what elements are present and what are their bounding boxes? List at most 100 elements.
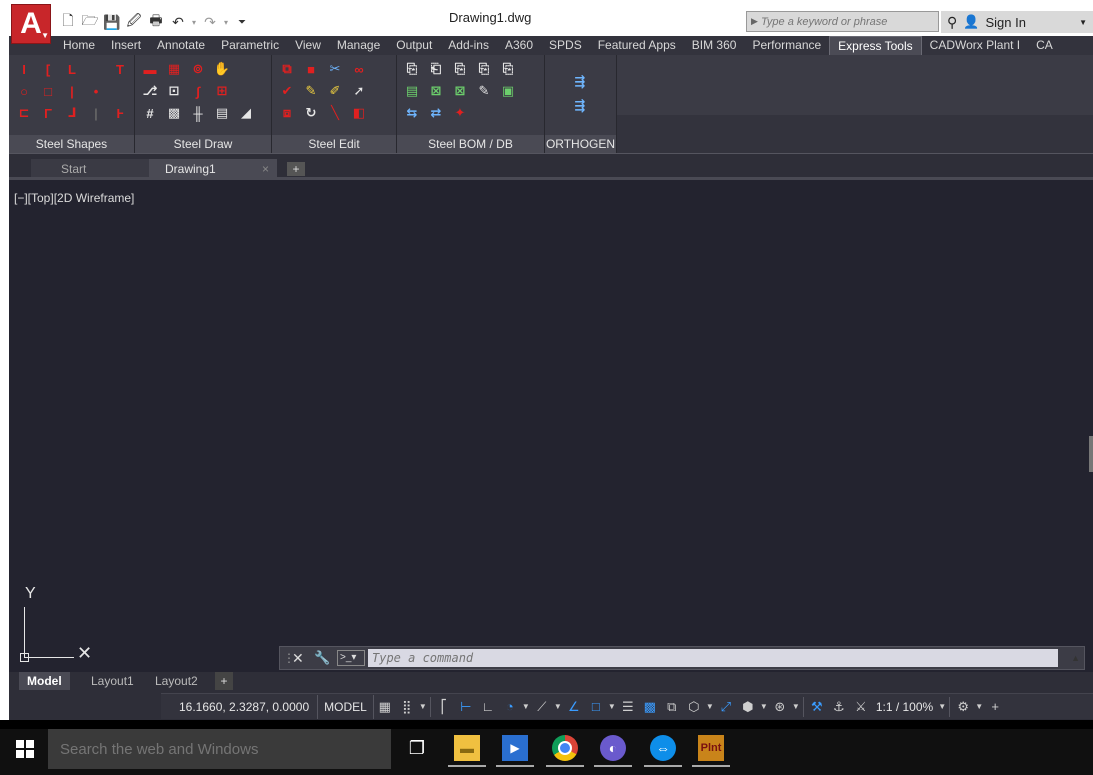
- z-shape-icon[interactable]: Γ: [39, 104, 57, 122]
- tab-manage[interactable]: Manage: [329, 36, 388, 55]
- close-tab-icon[interactable]: ×: [262, 159, 269, 179]
- ortho-icon[interactable]: ∟: [477, 695, 499, 719]
- customize-wrench-icon[interactable]: 🔧: [314, 650, 330, 666]
- 3d-object-snap-icon[interactable]: ⬡: [683, 695, 705, 719]
- undo-dropdown-icon[interactable]: ▾: [189, 12, 199, 32]
- undo-icon[interactable]: ↶: [167, 12, 189, 32]
- tab-performance[interactable]: Performance: [744, 36, 829, 55]
- angle-icon[interactable]: L: [63, 60, 81, 78]
- tab-express-tools[interactable]: Express Tools: [829, 36, 922, 55]
- link-icon[interactable]: ∞: [350, 60, 368, 78]
- dynamic-input-icon[interactable]: ⊢: [455, 695, 477, 719]
- c-shape-icon[interactable]: ⊏: [15, 104, 33, 122]
- pan-hand-icon[interactable]: ✋: [213, 60, 231, 78]
- tab-insert[interactable]: Insert: [103, 36, 149, 55]
- db-link-icon[interactable]: ⇆: [403, 104, 421, 122]
- teamviewer-icon[interactable]: ⇔: [644, 735, 682, 767]
- db-sync-icon[interactable]: ⇄: [427, 104, 445, 122]
- plot-icon[interactable]: 🖶: [145, 12, 167, 32]
- double-tee-icon[interactable]: Ⱶ: [111, 104, 129, 122]
- infer-constraints-icon[interactable]: ⎡: [433, 695, 455, 719]
- object-snap-dropdown-icon[interactable]: ▼: [607, 695, 617, 719]
- sign-in-link[interactable]: Sign In: [985, 15, 1025, 30]
- tab-spds[interactable]: SPDS: [541, 36, 590, 55]
- draw-tool-6-icon[interactable]: ∫: [189, 82, 207, 100]
- i-beam-icon[interactable]: I: [15, 60, 33, 78]
- chrome-browser-icon[interactable]: [546, 735, 584, 767]
- trim-tool-icon[interactable]: ╲: [326, 104, 344, 122]
- save-icon[interactable]: 💾: [101, 12, 123, 32]
- selection-filter-icon[interactable]: ⬢: [737, 695, 759, 719]
- expand-search-icon[interactable]: ▶: [751, 16, 758, 27]
- redo-dropdown-icon[interactable]: ▾: [221, 12, 231, 32]
- selection-cycling-icon[interactable]: ⧉: [661, 695, 683, 719]
- bom-2-icon[interactable]: ⎗: [427, 60, 445, 78]
- edit-tool-2-icon[interactable]: ■: [302, 60, 320, 78]
- rotate-tool-icon[interactable]: ↻: [302, 104, 320, 122]
- draw-tool-2-icon[interactable]: ▦: [165, 60, 183, 78]
- bittorrent-icon[interactable]: ◐: [594, 735, 632, 767]
- viewport-scroll-handle[interactable]: [1089, 436, 1093, 472]
- command-input[interactable]: [368, 649, 1058, 667]
- task-view-icon[interactable]: ❐: [404, 735, 430, 761]
- object-snap-icon[interactable]: □: [585, 695, 607, 719]
- extend-tool-icon[interactable]: ◧: [350, 104, 368, 122]
- lineweight-icon[interactable]: ☰: [617, 695, 639, 719]
- tab-featured-apps[interactable]: Featured Apps: [590, 36, 684, 55]
- close-command-line-icon[interactable]: ✕: [292, 650, 304, 667]
- binoculars-icon[interactable]: ⚲: [947, 14, 957, 31]
- edit-tool-1-icon[interactable]: ⧉: [278, 60, 296, 78]
- tab-a360[interactable]: A360: [497, 36, 541, 55]
- tab-bim-360[interactable]: BIM 360: [684, 36, 745, 55]
- plus-icon[interactable]: +: [984, 695, 1006, 719]
- bom-4-icon[interactable]: ⎘: [475, 60, 493, 78]
- polar-tracking-icon[interactable]: ◔: [499, 695, 521, 719]
- tube-icon[interactable]: □: [39, 82, 57, 100]
- redo-icon[interactable]: ↷: [199, 12, 221, 32]
- zee-icon[interactable]: ⅃: [63, 104, 81, 122]
- snap-dropdown-icon[interactable]: ▼: [418, 695, 428, 719]
- bar-icon[interactable]: •: [87, 82, 105, 100]
- bom-table-icon[interactable]: ▤: [403, 82, 421, 100]
- hatch-icon[interactable]: ▩: [165, 104, 183, 122]
- workspace-gear-icon[interactable]: ⚙: [952, 695, 974, 719]
- taskbar-search-input[interactable]: [60, 739, 380, 759]
- command-history-up-icon[interactable]: ▲: [1071, 653, 1080, 663]
- plant-app-icon[interactable]: Plnt: [692, 735, 730, 767]
- tee-icon[interactable]: T: [111, 60, 129, 78]
- 3d-snap-dropdown-icon[interactable]: ▼: [705, 695, 715, 719]
- viewport-controls[interactable]: [−][Top][2D Wireframe]: [14, 191, 134, 205]
- draw-tool-7-icon[interactable]: ⊞: [213, 82, 231, 100]
- plate-icon[interactable]: |: [63, 82, 81, 100]
- transparency-icon[interactable]: ▩: [639, 695, 661, 719]
- model-space-button[interactable]: MODEL: [318, 694, 374, 719]
- channel-icon[interactable]: [: [39, 60, 57, 78]
- edit-tool-3-icon[interactable]: ⧈: [278, 104, 296, 122]
- tab-layout2[interactable]: Layout2: [147, 672, 206, 690]
- tab-drawing1[interactable]: Drawing1 ×: [149, 159, 277, 179]
- bom-3-icon[interactable]: ⎘: [451, 60, 469, 78]
- tab-layout1[interactable]: Layout1: [83, 672, 142, 690]
- stair-icon[interactable]: ▤: [213, 104, 231, 122]
- draw-tool-1-icon[interactable]: ▬: [141, 60, 159, 78]
- tab-cadworx-plant[interactable]: CADWorx Plant I: [922, 36, 1028, 55]
- tab-home[interactable]: Home: [55, 36, 103, 55]
- auto-scale-icon[interactable]: ⚓: [828, 695, 850, 719]
- excel-export-icon[interactable]: ⊠: [427, 82, 445, 100]
- db-edit-icon[interactable]: ✎: [475, 82, 493, 100]
- draw-tool-3-icon[interactable]: ⊚: [189, 60, 207, 78]
- orthogen-1-icon[interactable]: ⇶: [571, 73, 589, 91]
- excel-import-icon[interactable]: ⊠: [451, 82, 469, 100]
- tab-model[interactable]: Model: [19, 672, 70, 690]
- object-snap-tracking-icon[interactable]: ∠: [563, 695, 585, 719]
- tab-start[interactable]: Start: [31, 159, 149, 179]
- new-tab-button[interactable]: +: [287, 162, 305, 176]
- drawing-viewport[interactable]: [−][Top][2D Wireframe] Y ✕: [9, 180, 1093, 672]
- filter-dropdown-icon[interactable]: ▼: [759, 695, 769, 719]
- annotation-scale-value[interactable]: 1:1 / 100%: [872, 700, 937, 714]
- media-player-icon[interactable]: ▶: [496, 735, 534, 767]
- save-as-icon[interactable]: 🖉: [123, 12, 145, 32]
- pipe-icon[interactable]: ○: [15, 82, 33, 100]
- workspace-dropdown-icon[interactable]: ▼: [974, 695, 984, 719]
- grid-icon[interactable]: ▦: [374, 695, 396, 719]
